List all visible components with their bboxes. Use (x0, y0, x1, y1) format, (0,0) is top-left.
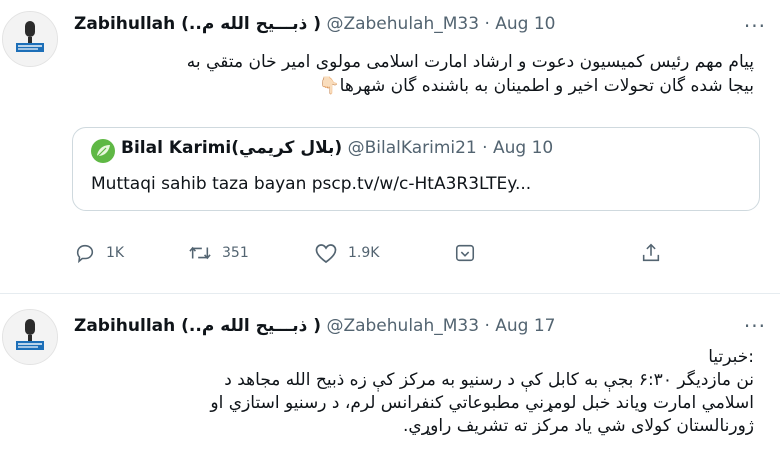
separator-dot: · (482, 138, 488, 158)
tweet-date[interactable]: Aug 10 (495, 14, 555, 34)
quoted-header: Bilal Karimi(بلال كريمي) @BilalKarimi21 … (121, 138, 553, 158)
avatar[interactable] (2, 309, 58, 365)
quoted-date: Aug 10 (492, 138, 554, 158)
tweet-header: Zabihullah (..ذبـــیح الله م ) @Zabehula… (74, 316, 555, 336)
quoted-avatar (91, 139, 115, 163)
tweet-text-line: :خبرتیا (708, 347, 754, 367)
leaf-logo-icon (97, 145, 110, 157)
retweet-icon (189, 246, 211, 260)
views-icon (455, 244, 475, 262)
views-button[interactable] (454, 242, 476, 264)
separator-dot: · (484, 316, 490, 336)
reply-button[interactable]: 1K (74, 242, 124, 264)
like-button[interactable]: 1.9K (314, 242, 379, 264)
tweet-actions: 1K 351 1.9K (74, 242, 694, 268)
user-handle[interactable]: @Zabehulah_M33 (326, 14, 479, 34)
display-name[interactable]: Zabihullah (..ذبـــیح الله م ) (74, 14, 321, 34)
reply-icon (76, 244, 94, 264)
tweet-text-line: بیجا شده گان تحولات اخیر و اطمینان به با… (318, 76, 754, 96)
quoted-text: Muttaqi sahib taza bayan pscp.tv/w/c-HtA… (91, 174, 532, 194)
microphone-logo-icon (3, 310, 57, 364)
tweet-2[interactable]: Zabihullah (..ذبـــیح الله م ) @Zabehula… (0, 296, 780, 470)
like-count: 1.9K (348, 245, 380, 261)
tweet-header: Zabihullah (..ذبـــیح الله م ) @Zabehula… (74, 14, 555, 34)
more-options-icon[interactable]: ··· (744, 314, 766, 338)
tweet-text-line: اسلامي امارت وياند خبل لومړني مطبوعاتي ک… (210, 393, 754, 413)
tweet-date[interactable]: Aug 17 (495, 316, 555, 336)
share-icon (642, 243, 660, 262)
tweet-divider (0, 293, 780, 294)
separator-dot: · (484, 14, 490, 34)
quoted-display-name: Bilal Karimi(بلال كريمي) (121, 138, 343, 158)
microphone-logo-icon (3, 12, 57, 66)
tweet-1[interactable]: Zabihullah (..ذبـــیح الله م ) @Zabehula… (0, 0, 780, 290)
display-name[interactable]: Zabihullah (..ذبـــیح الله م ) (74, 316, 321, 336)
tweet-text-line: ژورنالستان کولای شي یاد مرکز ته تشریف را… (402, 416, 754, 436)
like-icon (315, 244, 337, 264)
tweet-text-line: نن مازدیگر ۶:۳۰ بجې به کابل کې د رسنیو ب… (224, 370, 754, 390)
tweet-text-line: پیام مهم رئیس کمیسیون دعوت و ارشاد امارت… (186, 52, 754, 72)
share-button[interactable] (640, 242, 662, 264)
quoted-handle: @BilalKarimi21 (347, 138, 477, 158)
reply-count: 1K (106, 245, 125, 261)
user-handle[interactable]: @Zabehulah_M33 (326, 316, 479, 336)
retweet-button[interactable]: 351 (188, 242, 249, 264)
tweet-text: :خبرتیا نن مازدیگر ۶:۳۰ بجې به کابل کې د… (74, 346, 754, 438)
retweet-count: 351 (222, 245, 249, 261)
tweet-text: پیام مهم رئیس کمیسیون دعوت و ارشاد امارت… (74, 50, 754, 98)
more-options-icon[interactable]: ··· (744, 14, 766, 38)
quoted-tweet-card[interactable]: Bilal Karimi(بلال كريمي) @BilalKarimi21 … (72, 127, 760, 211)
avatar[interactable] (2, 11, 58, 67)
